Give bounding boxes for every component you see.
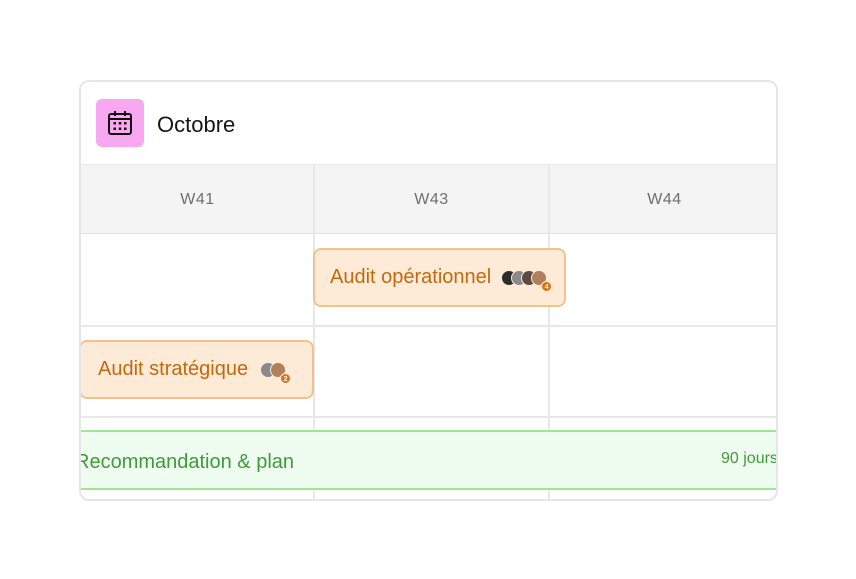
card-header: Octobre	[81, 82, 776, 164]
task-label: Audit opérationnel	[330, 266, 492, 288]
week-column-w44: W44	[647, 191, 682, 208]
assignee-avatars[interactable]: 4	[501, 269, 553, 292]
task-audit-operationnel[interactable]: Audit opérationnel 4	[313, 248, 566, 307]
row-divider	[81, 416, 776, 418]
task-audit-strategique[interactable]: Audit stratégique 2	[81, 340, 314, 399]
assignee-avatars[interactable]: 2	[260, 361, 292, 384]
task-label: Audit stratégique	[98, 358, 249, 380]
phase-bar-recommandation[interactable]: Recommandation & plan 90 jours	[81, 430, 776, 490]
assignee-count-badge: 4	[541, 280, 553, 292]
week-header-row: W41 W43 W44	[81, 164, 776, 234]
calendar-icon	[108, 111, 132, 135]
calendar-icon-tile	[96, 99, 144, 147]
month-title: Octobre	[157, 112, 236, 137]
week-column-w41: W41	[180, 191, 215, 208]
row-divider	[81, 325, 776, 327]
timeline-card: Octobre W41 W43 W44 Audit opérationnel 4…	[79, 80, 778, 501]
phase-label: Recommandation & plan	[79, 451, 295, 473]
assignee-count-badge: 2	[280, 372, 292, 384]
phase-duration: 90 jours	[721, 450, 778, 467]
week-column-w43: W43	[414, 191, 449, 208]
